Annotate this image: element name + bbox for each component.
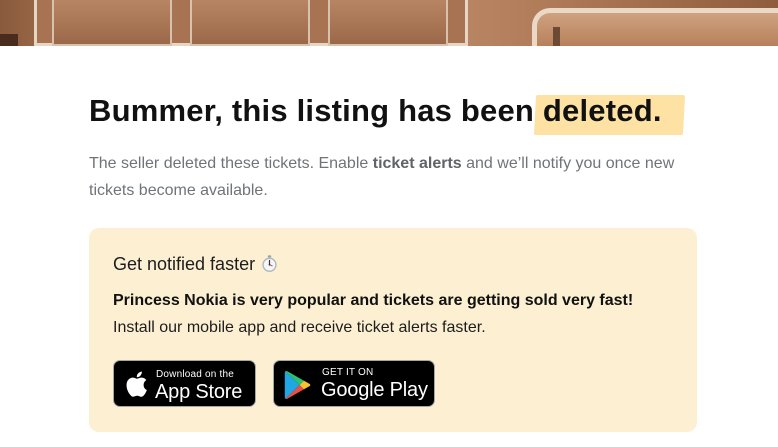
hero-door-panel	[328, 0, 448, 46]
page-title-highlight: deleted.	[542, 93, 662, 128]
apple-icon	[126, 371, 147, 397]
message-text-before: The seller deleted these tickets. Enable	[89, 155, 369, 172]
google-play-button[interactable]: GET IT ON Google Play	[273, 360, 435, 407]
app-store-small-label: Download on the	[156, 369, 235, 380]
app-store-label: App Store	[155, 381, 243, 403]
google-play-small-label: GET IT ON	[322, 367, 374, 378]
card-title: Get notified faster	[113, 254, 278, 275]
hero-door-panel	[52, 0, 172, 46]
page-title-prefix: Bummer, this listing has been	[89, 93, 535, 128]
ticket-alerts-link[interactable]: ticket alerts	[373, 155, 462, 172]
google-play-icon	[284, 370, 311, 400]
notification-card: Get notified faster Princess Nokia is ve…	[89, 228, 697, 432]
hero-banner-image	[0, 0, 778, 46]
stopwatch-icon	[262, 255, 277, 272]
listing-deleted-message: The seller deleted these tickets. Enable…	[89, 150, 689, 204]
popularity-warning: Princess Nokia is very popular and ticke…	[113, 292, 634, 309]
hero-shadow	[0, 34, 18, 46]
page-title: Bummer, this listing has been deleted.	[89, 93, 662, 129]
app-store-button[interactable]: Download on the App Store	[113, 360, 256, 407]
hero-roof	[532, 8, 778, 46]
install-app-text: Install our mobile app and receive ticke…	[113, 319, 486, 336]
google-play-label: Google Play	[321, 379, 428, 401]
card-title-text: Get notified faster	[113, 254, 256, 274]
hero-gutter	[553, 27, 560, 46]
hero-door-panel	[190, 0, 310, 46]
